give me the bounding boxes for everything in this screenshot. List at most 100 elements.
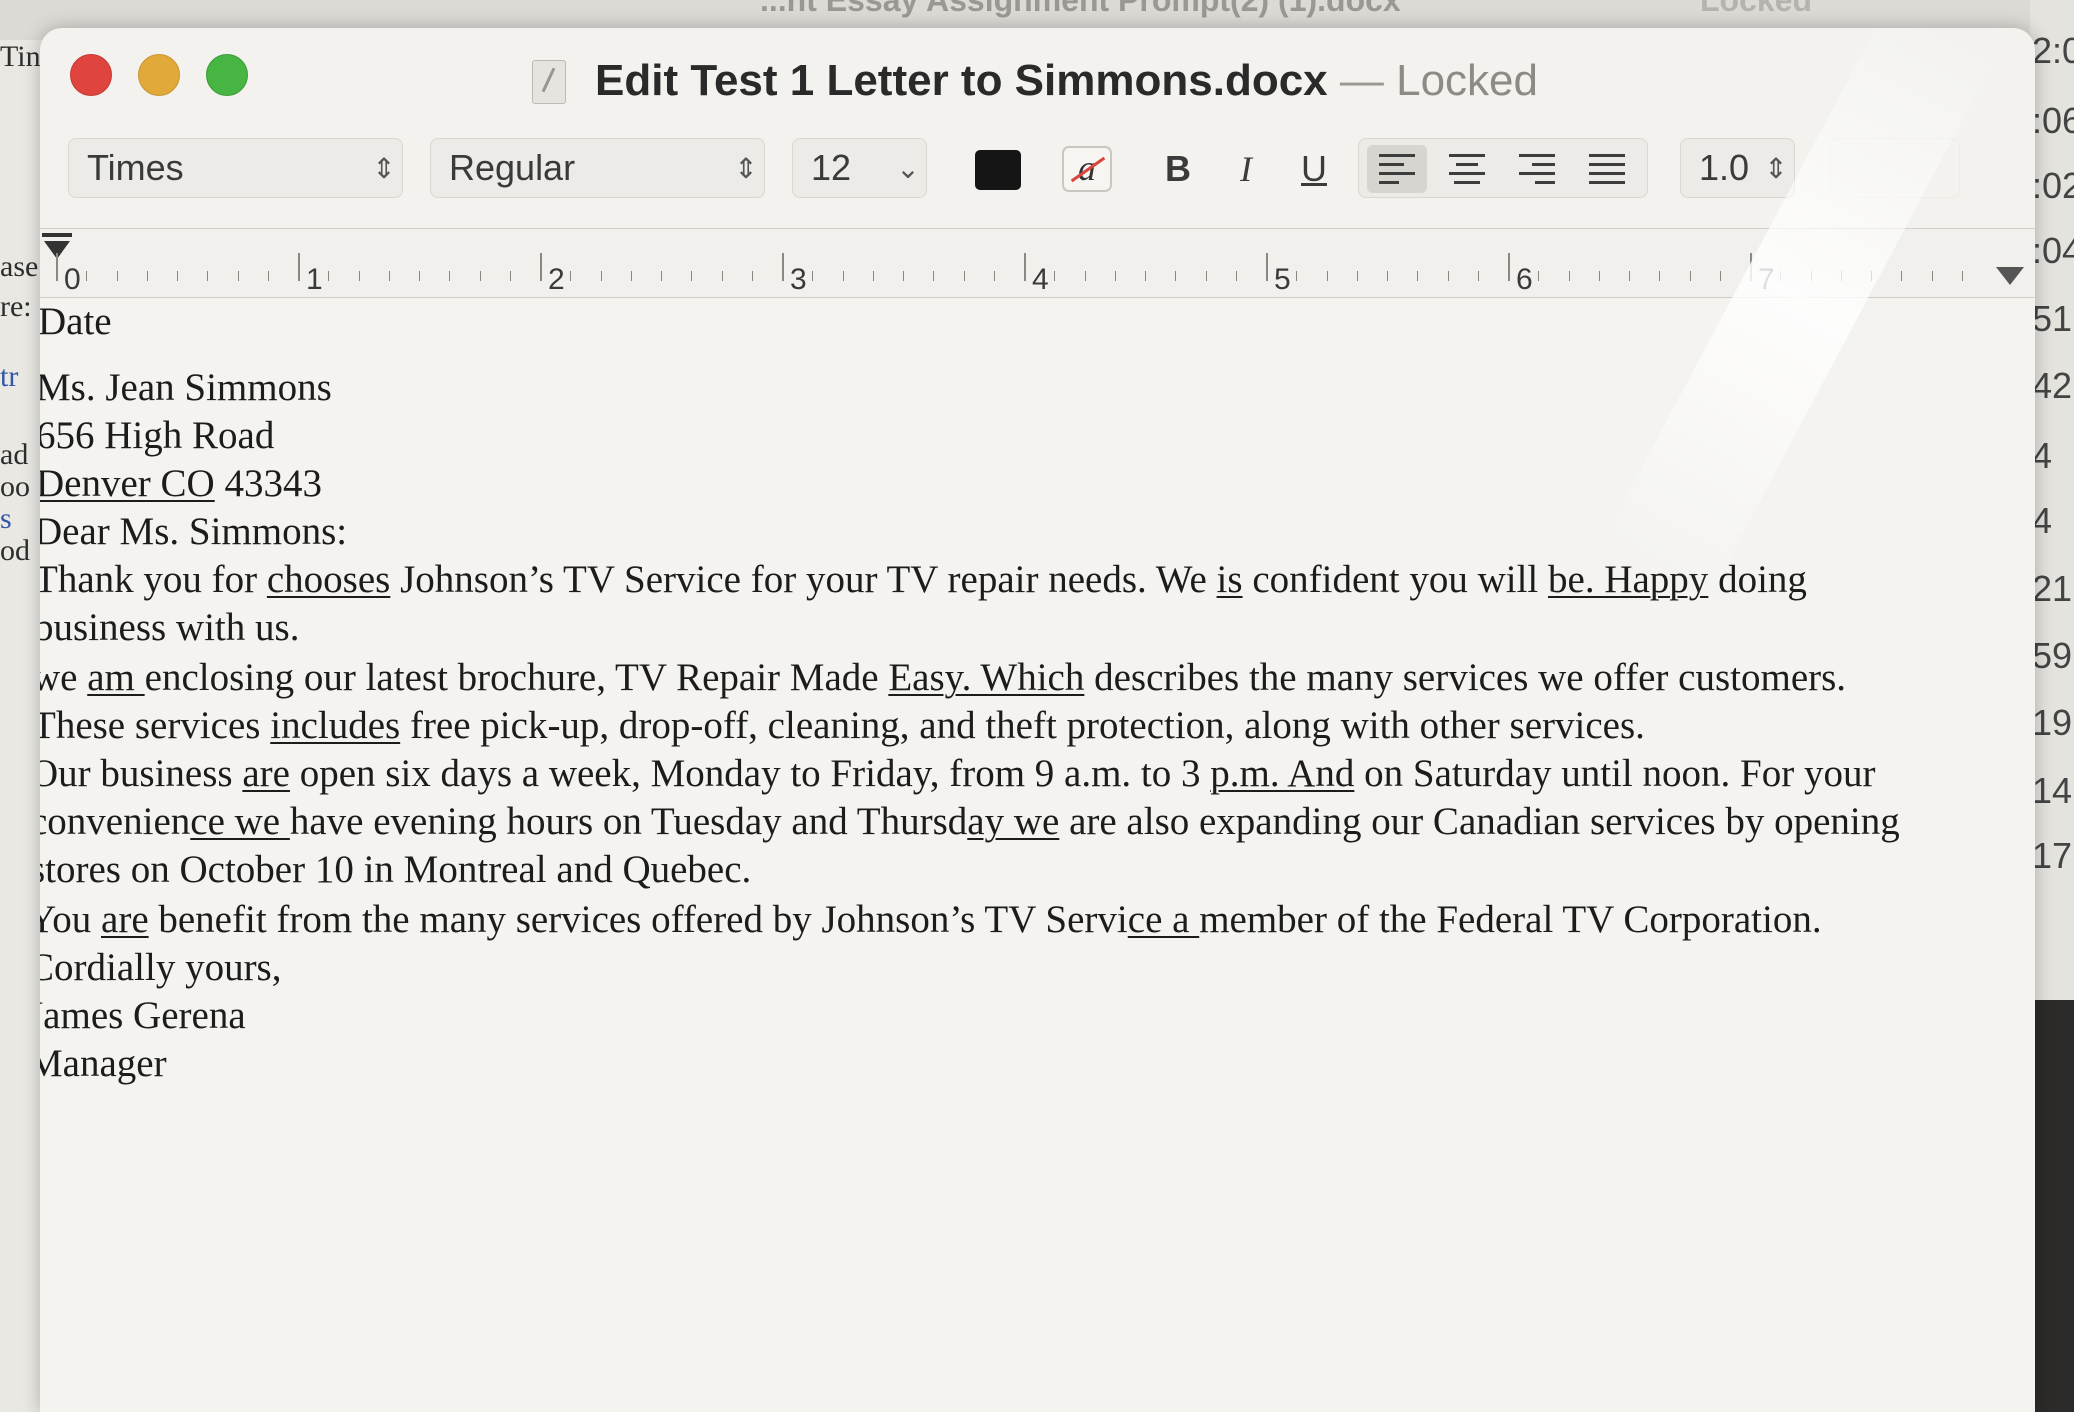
ruler-major-tick: [298, 253, 300, 281]
align-justify-button[interactable]: [1577, 145, 1637, 193]
background-window-status: Locked: [1700, 0, 1813, 18]
underline-button[interactable]: U: [1284, 142, 1344, 196]
document-line: James Gerena: [40, 992, 246, 1040]
background-fragment: :02: [2032, 165, 2074, 206]
up-down-chevron-icon: ⇕: [1764, 152, 1788, 184]
ruler-minor-tick: [146, 271, 148, 281]
align-right-button[interactable]: [1507, 145, 1567, 193]
italic-button[interactable]: I: [1216, 142, 1276, 196]
ruler-minor-tick: [1084, 271, 1086, 281]
marked-text: chooses: [266, 558, 391, 601]
background-fragment: 14: [2032, 770, 2073, 811]
close-button[interactable]: [70, 54, 112, 96]
font-size-combo[interactable]: 12 ⌄: [792, 138, 927, 198]
ruler-minor-tick: [1538, 271, 1540, 281]
background-color-icon[interactable]: a: [1062, 146, 1112, 192]
background-fragment: 4: [2032, 435, 2053, 476]
ruler-minor-tick: [1840, 271, 1842, 281]
ruler-minor-tick: [1175, 271, 1177, 281]
background-fragment: 51: [2032, 298, 2073, 339]
font-family-value: Times: [87, 147, 184, 188]
ruler-minor-tick: [1689, 271, 1691, 281]
text-run: business with us.: [40, 606, 300, 649]
right-margin-marker[interactable]: [1996, 267, 2024, 285]
marked-text: are: [242, 752, 290, 795]
font-size-value: 12: [811, 147, 852, 188]
document-line: These services includes free pick-up, dr…: [40, 702, 1645, 750]
ruler-number: 2: [548, 263, 565, 296]
text-run: Cordially yours,: [40, 946, 282, 989]
text-run: stores on October 10 in Montreal and Que…: [40, 848, 752, 891]
marked-text: am: [87, 656, 145, 699]
ruler-minor-tick: [1326, 271, 1328, 281]
document-text-area[interactable]: Date Ms. Jean Simmons 656 High Road Denver …: [40, 298, 2035, 1412]
marked-text: ay we: [967, 800, 1060, 843]
ruler-number: 4: [1032, 263, 1049, 296]
text-run: free pick-up, drop-off, cleaning, and th…: [400, 704, 1645, 747]
ruler-minor-tick: [1568, 271, 1570, 281]
ruler-minor-tick: [630, 271, 632, 281]
align-left-button[interactable]: [1367, 145, 1427, 193]
ruler-minor-tick: [86, 271, 88, 281]
background-window-left: Tin ase re: tr ad oo s od: [0, 40, 44, 1412]
text-run: enclosing our latest brochure, TV Repair…: [144, 656, 889, 699]
align-center-button[interactable]: [1437, 145, 1497, 193]
ruler-minor-tick: [1780, 271, 1782, 281]
text-run: benefit from the many services offered b…: [148, 898, 1128, 941]
document-proxy-icon[interactable]: [532, 60, 566, 104]
ruler-minor-tick: [812, 271, 814, 281]
text-run: Date: [40, 300, 112, 343]
marked-text: be. Happy: [1548, 558, 1709, 601]
text-run: doing: [1708, 558, 1807, 601]
ruler-minor-tick: [1901, 271, 1903, 281]
ruler-minor-tick: [721, 271, 723, 281]
text-run: Ms. Jean Simmons: [40, 366, 332, 409]
minimize-button[interactable]: [138, 54, 180, 96]
ruler-minor-tick: [993, 271, 995, 281]
document-line: Date: [40, 298, 112, 346]
text-run: describes the many services we offer cus…: [1084, 656, 1847, 699]
line-spacing-value: 1.0: [1699, 147, 1750, 188]
ruler-minor-tick: [1296, 271, 1298, 281]
ruler-number: 7: [1758, 263, 1775, 296]
zoom-button[interactable]: [206, 54, 248, 96]
line-spacing-popup[interactable]: 1.0 ⇕: [1680, 138, 1795, 198]
document-line: business with us.: [40, 604, 299, 652]
background-fragment: oo: [0, 470, 30, 503]
document-line: convenience we have evening hours on Tue…: [40, 798, 1900, 846]
ruler-minor-tick: [570, 271, 572, 281]
ruler-minor-tick: [600, 271, 602, 281]
ruler-minor-tick: [1477, 271, 1479, 281]
background-fragment: 4: [2032, 500, 2053, 541]
document-line: we am enclosing our latest brochure, TV …: [40, 654, 1846, 702]
text-run: Thank you for: [40, 558, 267, 601]
text-color-well[interactable]: [975, 150, 1021, 190]
list-style-popup[interactable]: [1830, 138, 1960, 198]
ruler-major-tick: [1024, 253, 1026, 281]
ruler-number: 0: [64, 263, 81, 296]
ruler-number: 5: [1274, 263, 1291, 296]
font-family-popup[interactable]: Times ⇕: [68, 138, 403, 198]
locked-status[interactable]: Locked: [1396, 56, 1538, 105]
up-down-chevron-icon: ⇕: [372, 152, 396, 184]
background-fragment: ase: [0, 250, 39, 283]
document-name: Edit Test 1 Letter to Simmons.docx: [595, 56, 1328, 105]
ruler-number: 6: [1516, 263, 1533, 296]
ruler-minor-tick: [1114, 271, 1116, 281]
ruler-major-tick: [1508, 253, 1510, 281]
document-line: Cordially yours,: [40, 944, 281, 992]
bold-button[interactable]: B: [1148, 142, 1208, 196]
ruler-major-tick: [56, 253, 58, 281]
title-bar[interactable]: Edit Test 1 Letter to Simmons.docx — Loc…: [40, 28, 2035, 138]
text-run: have evening hours on Tuesday and Thursd: [289, 800, 968, 843]
font-style-popup[interactable]: Regular ⇕: [430, 138, 765, 198]
ruler[interactable]: 0 1 2 3 4 5 6 7: [40, 228, 2035, 298]
marked-text: Denver CO: [40, 462, 215, 505]
background-fragment: 59: [2032, 635, 2073, 676]
text-run: Our business: [40, 752, 243, 795]
ruler-minor-tick: [358, 271, 360, 281]
ruler-minor-tick: [1810, 271, 1812, 281]
up-down-chevron-icon: ⇕: [734, 152, 758, 184]
background-fragment: :04: [2032, 230, 2074, 271]
ruler-minor-tick: [1629, 271, 1630, 281]
